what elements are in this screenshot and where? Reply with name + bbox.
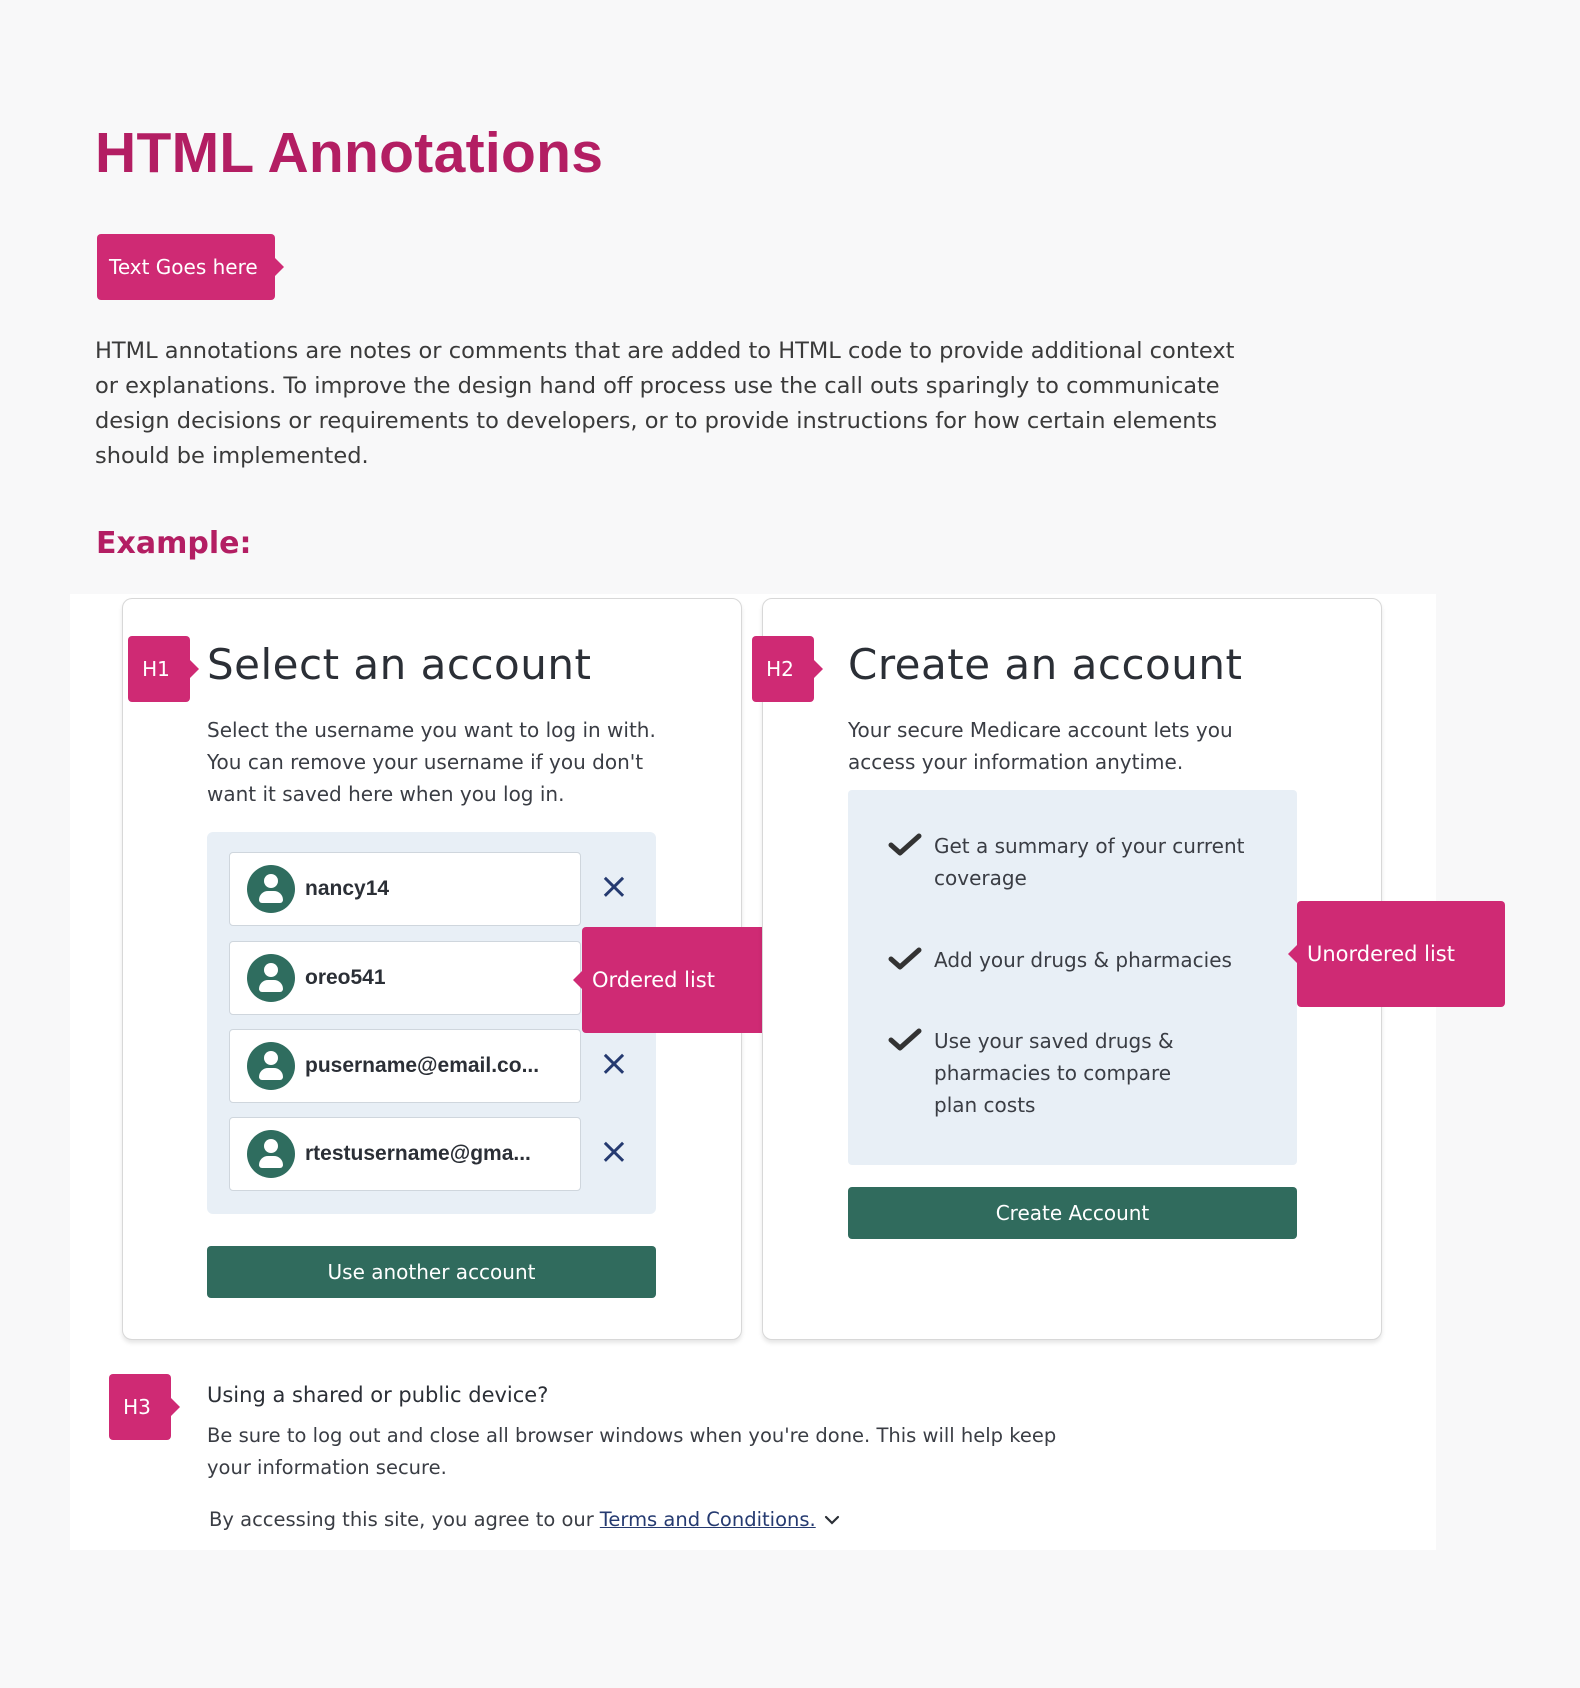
account-item[interactable]: nancy14	[229, 852, 581, 926]
user-avatar-icon	[247, 865, 295, 913]
benefit-item: Add your drugs & pharmacies	[888, 944, 1268, 976]
terms-link[interactable]: Terms and Conditions.	[600, 1508, 816, 1531]
annotation-h1-tag: H1	[128, 636, 199, 702]
account-username: pusername@email.co...	[305, 1054, 540, 1077]
annotation-unordered-list-tag: Unordered list	[1288, 901, 1505, 1007]
terms-notice: By accessing this site, you agree to our…	[209, 1508, 840, 1531]
remove-account-icon[interactable]: ×	[598, 869, 630, 905]
create-account-title: Create an account	[848, 640, 1243, 689]
account-item[interactable]: pusername@email.co...	[229, 1029, 581, 1103]
checkmark-icon	[888, 1028, 922, 1051]
account-username: oreo541	[305, 966, 386, 989]
account-item[interactable]: oreo541	[229, 941, 581, 1015]
remove-account-icon[interactable]: ×	[598, 1134, 630, 1170]
use-another-account-button[interactable]: Use another account	[207, 1246, 656, 1298]
annotation-legend-tag: Text Goes here	[97, 234, 284, 300]
annotation-h3-tag: H3	[109, 1374, 180, 1440]
user-avatar-icon	[247, 954, 295, 1002]
user-avatar-icon	[247, 1130, 295, 1178]
benefit-item: Get a summary of your current coverage	[888, 830, 1268, 894]
shared-device-heading: Using a shared or public device?	[207, 1383, 549, 1407]
select-account-title: Select an account	[207, 640, 592, 689]
terms-prefix: By accessing this site, you agree to our	[209, 1508, 594, 1531]
select-account-description: Select the username you want to log in w…	[207, 718, 656, 806]
user-avatar-icon	[247, 1042, 295, 1090]
annotation-ordered-list-tag: Ordered list	[573, 927, 789, 1033]
shared-device-body: Be sure to log out and close all browser…	[207, 1424, 1057, 1479]
account-item[interactable]: rtestusername@gma...	[229, 1117, 581, 1191]
benefit-item: Use your saved drugs & pharmacies to com…	[888, 1025, 1218, 1121]
annotation-h2-tag: H2	[752, 636, 823, 702]
intro-paragraph: HTML annotations are notes or comments t…	[95, 338, 1235, 469]
remove-account-icon[interactable]: ×	[598, 1046, 630, 1082]
page-title: HTML Annotations	[95, 121, 604, 185]
account-username: rtestusername@gma...	[305, 1142, 531, 1165]
benefit-text: Get a summary of your current coverage	[934, 834, 1245, 890]
chevron-down-icon[interactable]	[824, 1515, 840, 1525]
example-label: Example:	[96, 526, 252, 561]
benefit-text: Use your saved drugs & pharmacies to com…	[934, 1029, 1174, 1117]
checkmark-icon	[888, 947, 922, 970]
account-username: nancy14	[305, 877, 390, 900]
create-account-button[interactable]: Create Account	[848, 1187, 1297, 1239]
checkmark-icon	[888, 833, 922, 856]
create-account-description: Your secure Medicare account lets you ac…	[848, 718, 1233, 774]
benefit-text: Add your drugs & pharmacies	[934, 948, 1232, 972]
